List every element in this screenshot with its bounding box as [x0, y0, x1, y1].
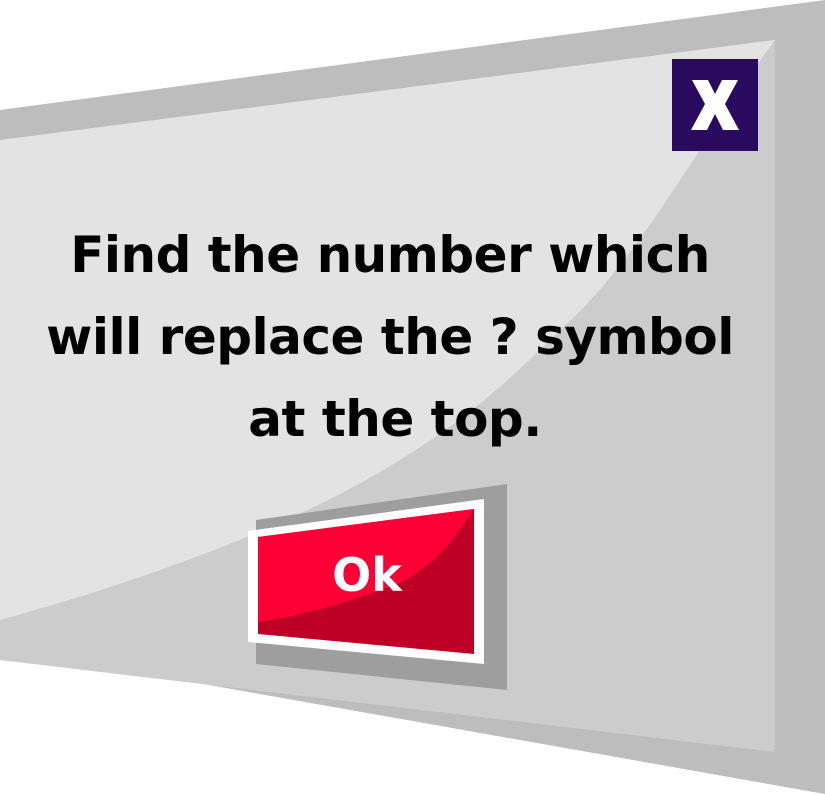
dialog-scene: Find the number which will replace the ?… [0, 0, 825, 794]
close-button[interactable] [672, 59, 758, 151]
ok-button[interactable] [248, 500, 484, 668]
dialog-message-line-1: Find the number which [70, 226, 710, 284]
dialog-message-line-3: at the top. [248, 390, 542, 448]
dialog-message-line-2: will replace the ? symbol [46, 308, 734, 366]
